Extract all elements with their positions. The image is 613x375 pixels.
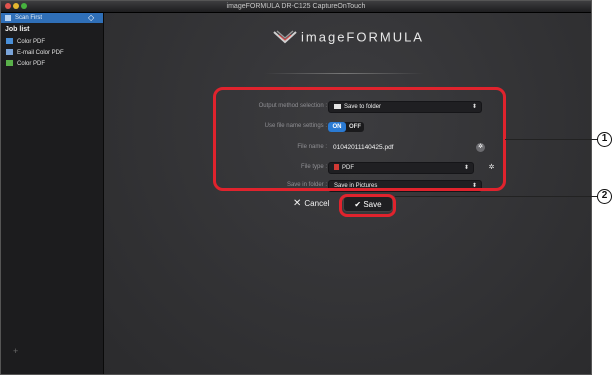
logo-icon bbox=[273, 30, 297, 44]
scan-first-label: Scan First bbox=[15, 15, 43, 21]
job-label: Color PDF bbox=[17, 39, 46, 45]
cancel-label: Cancel bbox=[304, 199, 330, 208]
callout-1: 1 bbox=[597, 132, 612, 147]
joblist-title: Job list bbox=[5, 26, 30, 33]
diamond-icon: ◇ bbox=[88, 13, 95, 22]
mail-icon bbox=[6, 49, 13, 56]
callout-line-2 bbox=[395, 196, 597, 197]
close-icon: ✕ bbox=[293, 198, 302, 209]
job-label: Color PDF bbox=[17, 61, 46, 67]
callout-2: 2 bbox=[597, 189, 612, 204]
scan-icon bbox=[5, 15, 11, 21]
job-label: E-mail Color PDF bbox=[17, 50, 64, 56]
job-item-color-pdf[interactable]: Color PDF bbox=[6, 37, 45, 47]
logo-text: imageFORMULA bbox=[301, 29, 424, 45]
cancel-button[interactable]: ✕ Cancel bbox=[293, 197, 329, 211]
window-title: imageFORMULA DR-C125 CaptureOnTouch bbox=[226, 3, 366, 10]
callout-line-1 bbox=[505, 139, 598, 140]
job-item-color-pdf-2[interactable]: Color PDF bbox=[6, 59, 45, 69]
job-item-email-color-pdf[interactable]: E-mail Color PDF bbox=[6, 48, 64, 58]
add-job-button[interactable]: + bbox=[13, 346, 18, 356]
image-icon bbox=[6, 60, 13, 67]
sidebar: Scan First ◇ Job list Color PDF E-mail C… bbox=[1, 13, 104, 374]
logo: imageFORMULA bbox=[104, 28, 591, 46]
highlight-box-settings bbox=[213, 87, 506, 191]
divider bbox=[264, 73, 424, 74]
title-bar: imageFORMULA DR-C125 CaptureOnTouch bbox=[1, 1, 591, 13]
scan-first-item[interactable]: Scan First ◇ bbox=[1, 13, 103, 23]
app-window: imageFORMULA DR-C125 CaptureOnTouch Scan… bbox=[0, 0, 592, 375]
highlight-box-save bbox=[339, 194, 396, 217]
folder-icon bbox=[6, 38, 13, 45]
